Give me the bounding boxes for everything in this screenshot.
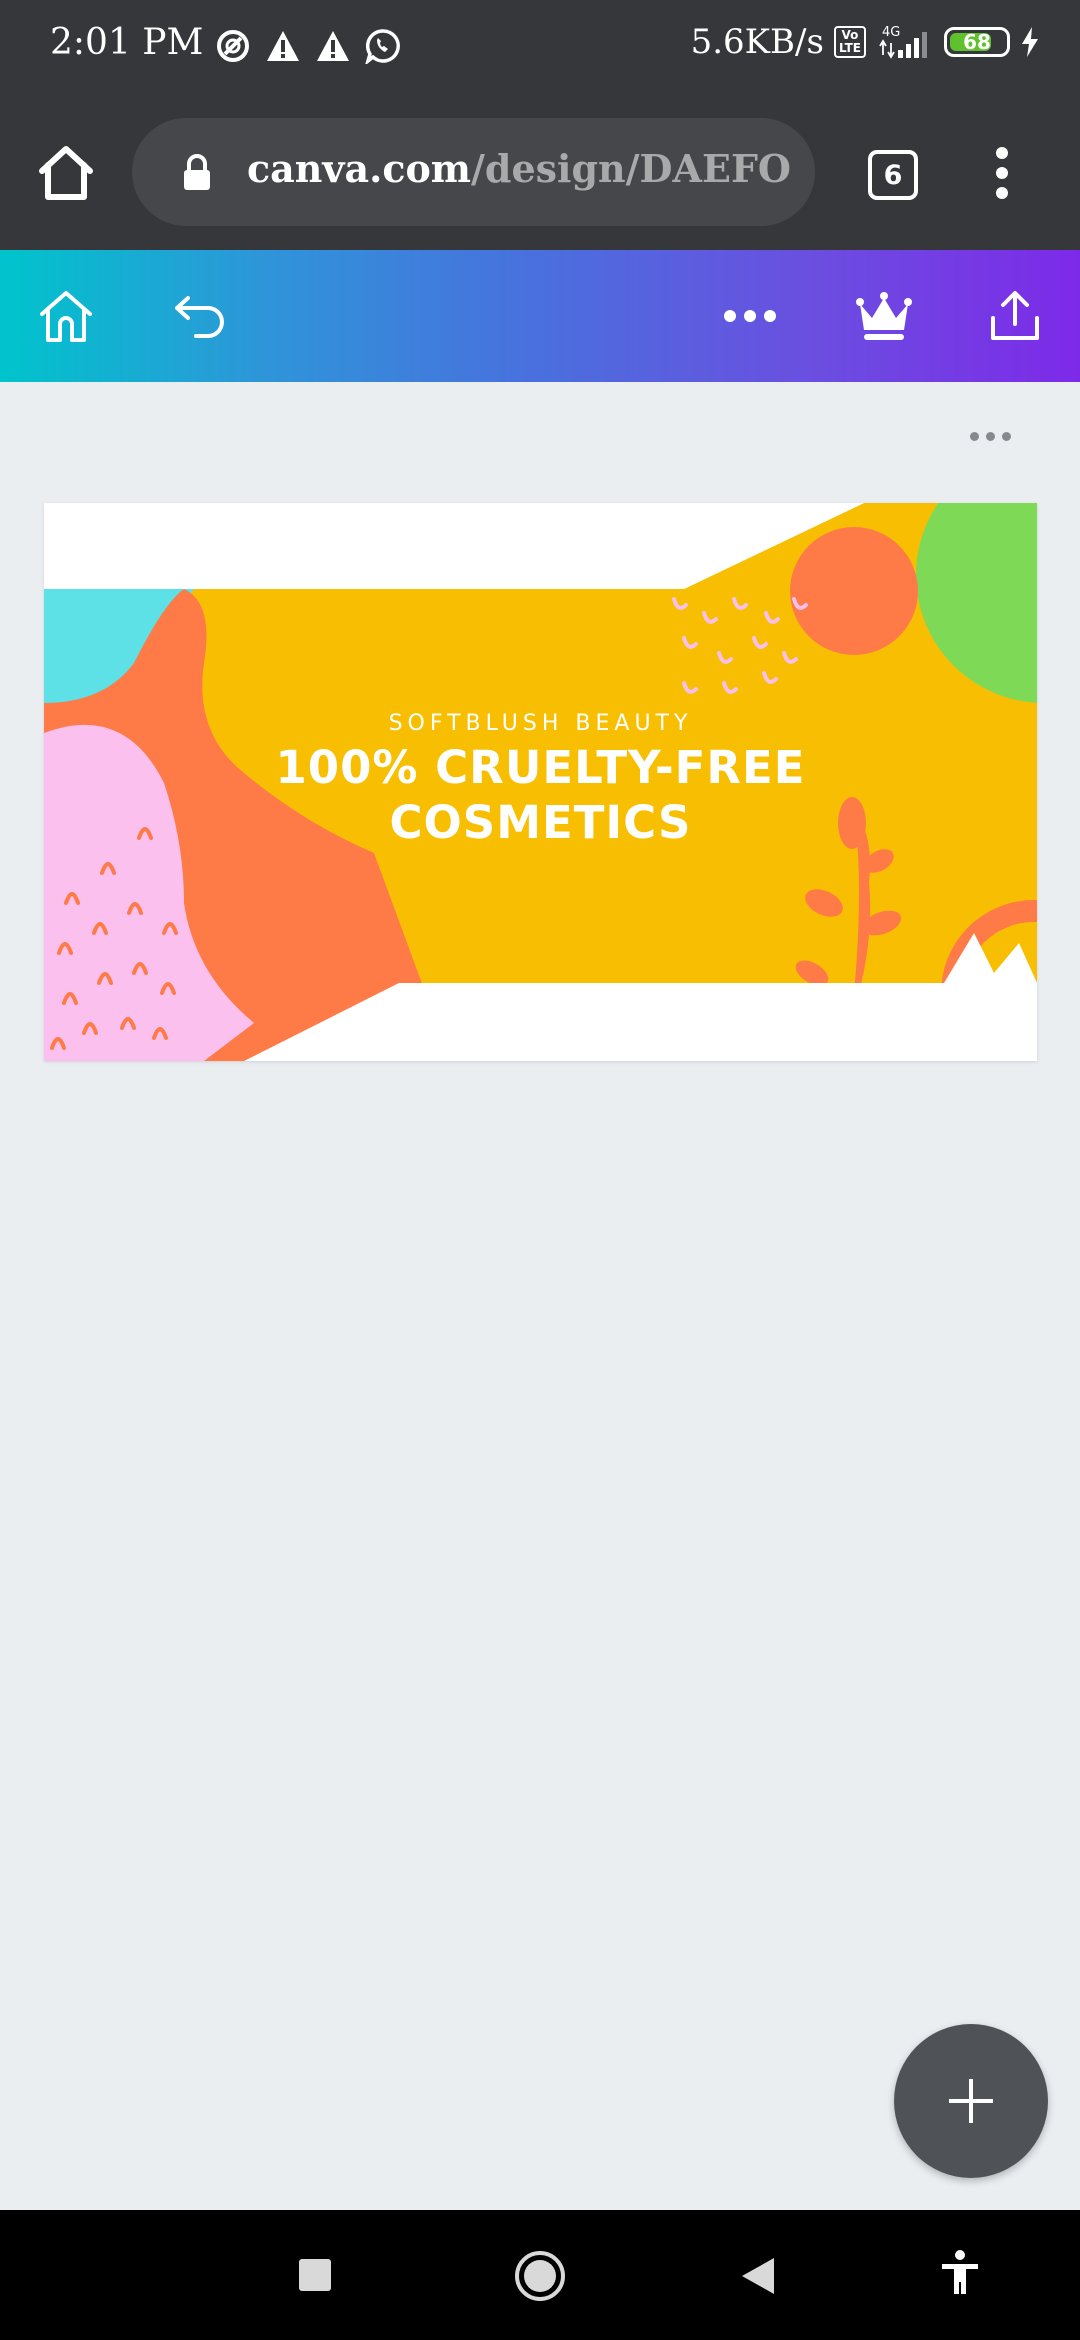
crown-icon[interactable] — [854, 288, 914, 344]
notification-icons — [215, 28, 401, 64]
url-text: canva.com/design/DAEFO — [247, 146, 791, 191]
warning-icon — [267, 31, 299, 61]
dot — [1002, 432, 1011, 441]
design-title[interactable]: 100% CRUELTY-FREE COSMETICS — [44, 740, 1037, 850]
status-bar: 2:01 PM 5.6KB/s Vo LTE 4G 68 — [0, 0, 1080, 95]
dot — [986, 432, 995, 441]
design-title-line1: 100% CRUELTY-FREE — [275, 741, 806, 794]
plus-icon — [949, 2079, 993, 2123]
share-icon[interactable] — [988, 288, 1042, 344]
home-icon[interactable] — [38, 288, 94, 344]
home-icon[interactable] — [514, 2250, 566, 2302]
battery-level: 68 — [963, 30, 991, 54]
accessibility-icon[interactable] — [940, 2250, 980, 2296]
system-navigation-bar — [0, 2210, 1080, 2340]
volte-badge: Vo LTE — [833, 26, 866, 58]
battery-indicator: 68 — [944, 27, 1010, 57]
design-title-line2: COSMETICS — [389, 796, 692, 849]
home-icon[interactable] — [36, 145, 96, 201]
undo-icon[interactable] — [172, 288, 228, 344]
overflow-menu-icon[interactable] — [990, 145, 1014, 201]
warning-icon — [317, 31, 349, 61]
whatsapp-icon — [365, 29, 400, 64]
signal-icon: 4G — [879, 25, 927, 59]
data-saver-icon — [217, 30, 249, 62]
address-bar[interactable]: canva.com/design/DAEFO — [132, 118, 815, 226]
system-status: 5.6KB/s Vo LTE 4G 68 — [691, 22, 1040, 62]
design-subtitle[interactable]: SOFTBLUSH BEAUTY — [44, 711, 1037, 736]
charging-icon — [1022, 27, 1038, 57]
page-options-button[interactable] — [970, 432, 1011, 441]
url-path: /design/DAEFO — [471, 146, 792, 191]
design-page[interactable]: SOFTBLUSH BEAUTY 100% CRUELTY-FREE COSME… — [44, 503, 1037, 1061]
dot — [970, 432, 979, 441]
tab-count: 6 — [883, 159, 903, 191]
add-element-button[interactable] — [894, 2024, 1048, 2178]
editor-toolbar — [0, 250, 1080, 382]
back-icon[interactable] — [740, 2256, 776, 2296]
status-time: 2:01 PM — [50, 22, 204, 63]
network-type: 4G — [882, 25, 900, 40]
more-icon[interactable] — [722, 306, 778, 326]
lock-icon — [184, 154, 210, 190]
url-host: canva.com — [247, 146, 472, 191]
browser-toolbar: canva.com/design/DAEFO 6 — [0, 95, 1080, 250]
recents-icon[interactable] — [298, 2258, 332, 2292]
network-speed: 5.6KB/s — [690, 22, 824, 62]
tab-switcher-button[interactable]: 6 — [868, 150, 918, 200]
